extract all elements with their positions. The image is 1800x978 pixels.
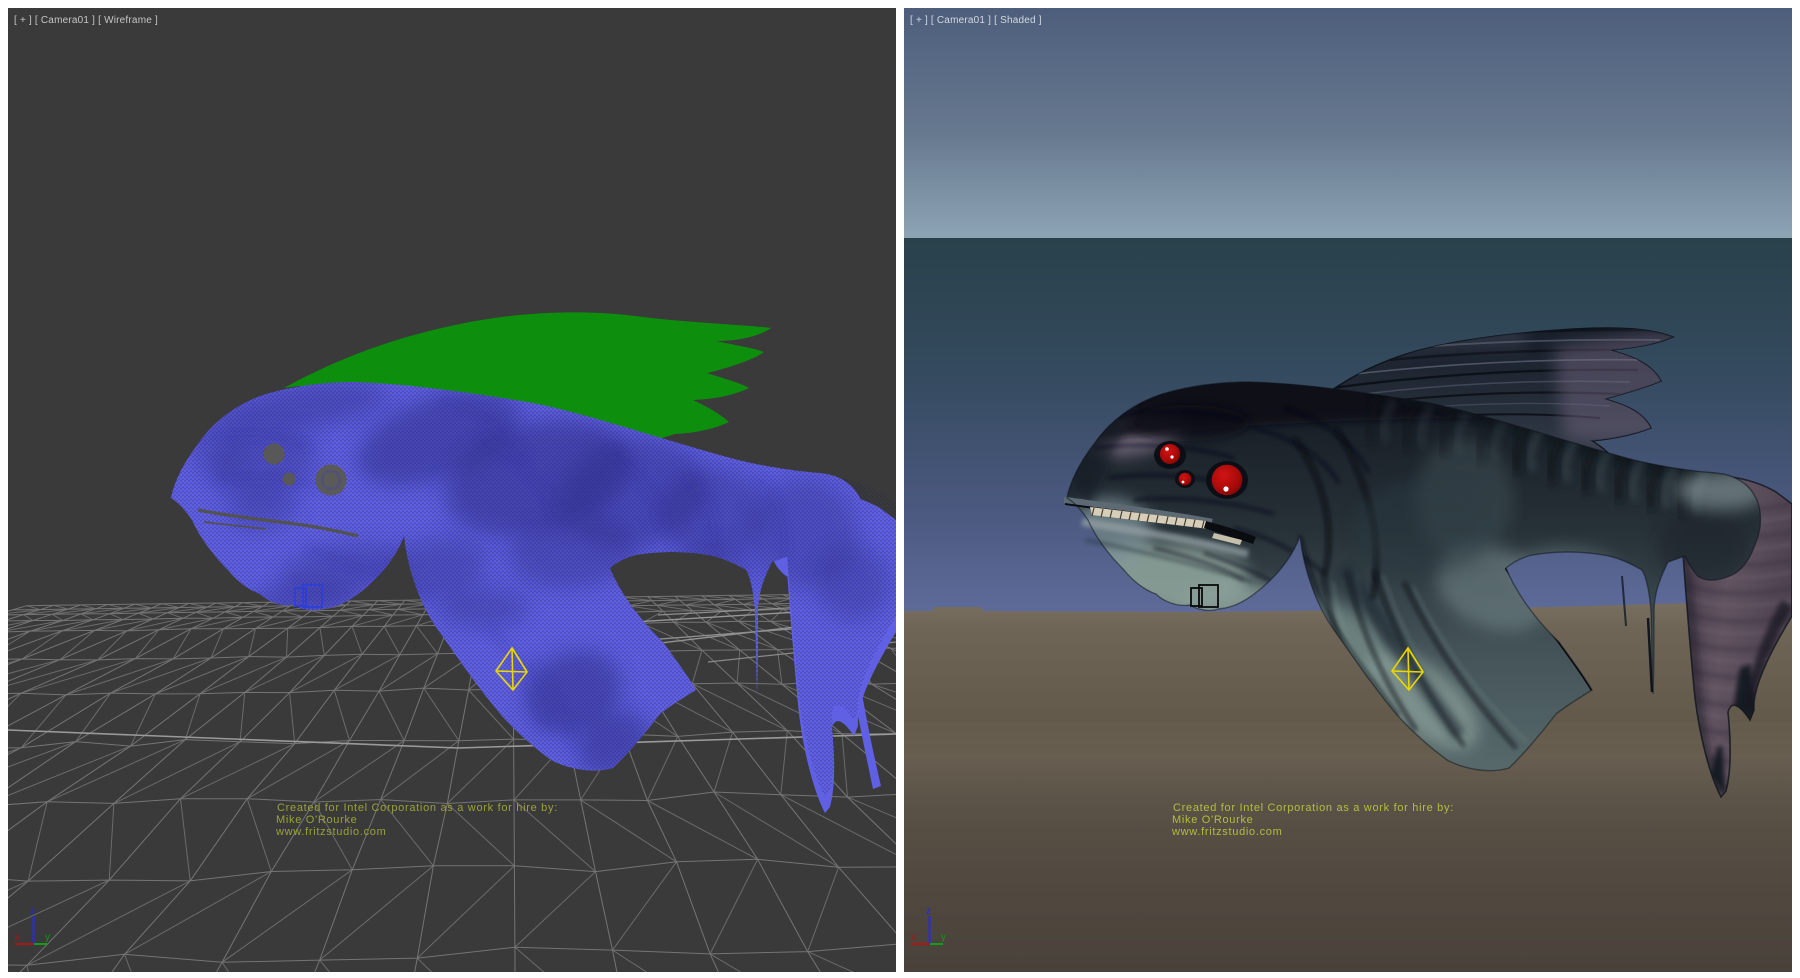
svg-text:[ + ] [ Camera01 ] [ Shaded ]: [ + ] [ Camera01 ] [ Shaded ] [910, 15, 1042, 26]
svg-text:z: z [926, 906, 931, 917]
svg-text:Mike O'Rourke: Mike O'Rourke [276, 814, 358, 826]
svg-text:y: y [45, 932, 50, 943]
svg-text:z: z [30, 906, 35, 917]
svg-text:Created for Intel Corporation: Created for Intel Corporation as a work … [1173, 802, 1454, 814]
svg-text:www.fritzstudio.com: www.fritzstudio.com [275, 826, 387, 838]
svg-text:Created for Intel Corporation: Created for Intel Corporation as a work … [277, 802, 558, 814]
svg-text:www.fritzstudio.com: www.fritzstudio.com [1171, 826, 1283, 838]
svg-text:Mike O'Rourke: Mike O'Rourke [1172, 814, 1254, 826]
svg-text:x: x [911, 932, 916, 943]
svg-text:y: y [941, 932, 946, 943]
svg-text:[ + ] [ Camera01 ] [ Wireframe: [ + ] [ Camera01 ] [ Wireframe ] [14, 15, 158, 26]
svg-text:x: x [15, 932, 20, 943]
